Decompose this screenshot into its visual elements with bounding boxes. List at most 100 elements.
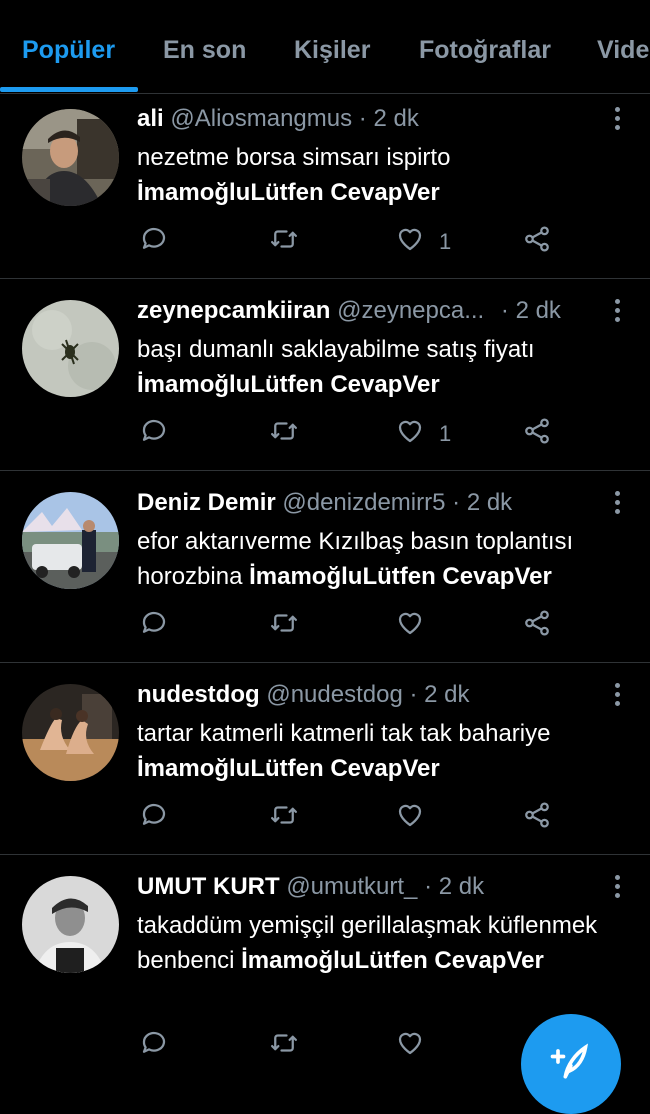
- tab-photos[interactable]: Fotoğraflar: [419, 36, 551, 65]
- timestamp: 2 dk: [515, 297, 561, 324]
- tweet-body: başı dumanlı saklayabilme satış fiyatı: [137, 336, 535, 363]
- tweet-header: ali @Aliosmangmus · 2 dk: [137, 105, 419, 133]
- like-button[interactable]: [395, 1029, 439, 1063]
- tweet-header: zeynepcamkiiran @zeynepca... · 2 dk: [137, 297, 561, 325]
- avatar[interactable]: [22, 109, 119, 206]
- display-name[interactable]: ali: [137, 105, 164, 132]
- more-vertical-icon[interactable]: [614, 299, 622, 323]
- like-count: 1: [439, 229, 452, 254]
- hashtag[interactable]: İmamoğluLütfen CevapVer: [241, 947, 544, 974]
- user-handle[interactable]: @nudestdog: [266, 681, 402, 708]
- user-handle[interactable]: @zeynepca...: [337, 297, 484, 324]
- more-vertical-icon[interactable]: [614, 107, 622, 131]
- user-handle[interactable]: @Aliosmangmus: [170, 105, 352, 132]
- share-icon: [522, 416, 552, 452]
- share-button[interactable]: [522, 801, 552, 835]
- tweet[interactable]: Deniz Demir @denizdemirr5 · 2 dk efor ak…: [0, 470, 650, 663]
- share-icon: [522, 608, 552, 644]
- timestamp: 2 dk: [373, 105, 419, 132]
- tweet-actions: [137, 609, 567, 643]
- retweet-button[interactable]: [269, 609, 299, 643]
- like-button[interactable]: [395, 801, 439, 835]
- timestamp: 2 dk: [466, 489, 513, 516]
- separator-dot: ·: [409, 681, 418, 708]
- tweet-header: UMUT KURT @umutkurt_ · 2 dk: [137, 873, 484, 901]
- reply-icon: [139, 800, 169, 836]
- like-button[interactable]: 1: [395, 225, 451, 259]
- share-icon: [522, 224, 552, 260]
- compose-tweet-button[interactable]: [521, 1014, 621, 1114]
- hashtag[interactable]: İmamoğluLütfen CevapVer: [137, 371, 440, 398]
- retweet-button[interactable]: [269, 417, 299, 451]
- tweet-actions: [137, 801, 567, 835]
- tab-latest[interactable]: En son: [163, 36, 246, 65]
- display-name[interactable]: UMUT KURT: [137, 873, 280, 900]
- like-count: 1: [439, 421, 452, 446]
- tweet[interactable]: zeynepcamkiiran @zeynepca... · 2 dk başı…: [0, 278, 650, 471]
- heart-icon: [395, 1028, 425, 1064]
- share-button[interactable]: [522, 225, 552, 259]
- more-vertical-icon[interactable]: [614, 875, 622, 899]
- avatar[interactable]: [22, 684, 119, 781]
- tab-people[interactable]: Kişiler: [294, 36, 370, 65]
- share-button[interactable]: [522, 417, 552, 451]
- tab-videos[interactable]: Vide: [597, 36, 649, 65]
- reply-button[interactable]: [139, 801, 169, 835]
- tweet-actions: 1: [137, 417, 567, 451]
- share-icon: [522, 800, 552, 836]
- hashtag[interactable]: İmamoğluLütfen CevapVer: [137, 755, 440, 782]
- tweet-text: başı dumanlı saklayabilme satış fiyatı İ…: [137, 332, 632, 402]
- reply-icon: [139, 224, 169, 260]
- tweet-header: nudestdog @nudestdog · 2 dk: [137, 681, 470, 709]
- display-name[interactable]: zeynepcamkiiran: [137, 297, 330, 324]
- compose-tweet-icon: [550, 1043, 589, 1079]
- more-vertical-icon[interactable]: [614, 683, 622, 707]
- retweet-icon: [269, 416, 299, 452]
- avatar[interactable]: [22, 492, 119, 589]
- like-button[interactable]: 1: [395, 417, 451, 451]
- hashtag[interactable]: İmamoğluLütfen CevapVer: [137, 179, 440, 206]
- user-handle[interactable]: @umutkurt_: [286, 873, 417, 900]
- active-tab-indicator: [0, 87, 138, 92]
- retweet-icon: [269, 608, 299, 644]
- retweet-icon: [269, 800, 299, 836]
- retweet-button[interactable]: [269, 1029, 299, 1063]
- more-vertical-icon[interactable]: [614, 491, 622, 515]
- reply-icon: [139, 416, 169, 452]
- reply-button[interactable]: [139, 609, 169, 643]
- hashtag[interactable]: İmamoğluLütfen CevapVer: [249, 563, 552, 590]
- tweet-body: nezetme borsa simsarı ispirto: [137, 144, 451, 171]
- timestamp: 2 dk: [438, 873, 485, 900]
- reply-icon: [139, 1028, 169, 1064]
- heart-icon: [395, 416, 425, 452]
- separator-dot: ·: [500, 297, 509, 324]
- display-name[interactable]: nudestdog: [137, 681, 260, 708]
- reply-button[interactable]: [139, 1029, 169, 1063]
- tab-popular[interactable]: Popüler: [22, 36, 115, 65]
- reply-icon: [139, 608, 169, 644]
- avatar[interactable]: [22, 300, 119, 397]
- tweet-actions: [137, 1029, 567, 1063]
- tweet-text: efor aktarıverme Kızılbaş basın toplantı…: [137, 524, 637, 594]
- avatar[interactable]: [22, 876, 119, 973]
- tweet-header: Deniz Demir @denizdemirr5 · 2 dk: [137, 489, 512, 517]
- heart-icon: [395, 800, 425, 836]
- retweet-button[interactable]: [269, 225, 299, 259]
- retweet-icon: [269, 1028, 299, 1064]
- separator-dot: ·: [424, 873, 433, 900]
- tweet-text: takaddüm yemişçil gerillalaşmak küflenme…: [137, 908, 607, 978]
- separator-dot: ·: [452, 489, 461, 516]
- tweet-actions: 1: [137, 225, 567, 259]
- reply-button[interactable]: [139, 417, 169, 451]
- tweet-text: tartar katmerli katmerli tak tak bahariy…: [137, 716, 632, 786]
- tweet[interactable]: nudestdog @nudestdog · 2 dk tartar katme…: [0, 662, 650, 855]
- tweet[interactable]: ali @Aliosmangmus · 2 dk nezetme borsa s…: [0, 93, 650, 279]
- reply-button[interactable]: [139, 225, 169, 259]
- share-button[interactable]: [522, 609, 552, 643]
- display-name[interactable]: Deniz Demir: [137, 489, 276, 516]
- tweet-text: nezetme borsa simsarı ispirto İmamoğluLü…: [137, 140, 632, 210]
- heart-icon: [395, 608, 425, 644]
- retweet-button[interactable]: [269, 801, 299, 835]
- user-handle[interactable]: @denizdemirr5: [282, 489, 445, 516]
- like-button[interactable]: [395, 609, 439, 643]
